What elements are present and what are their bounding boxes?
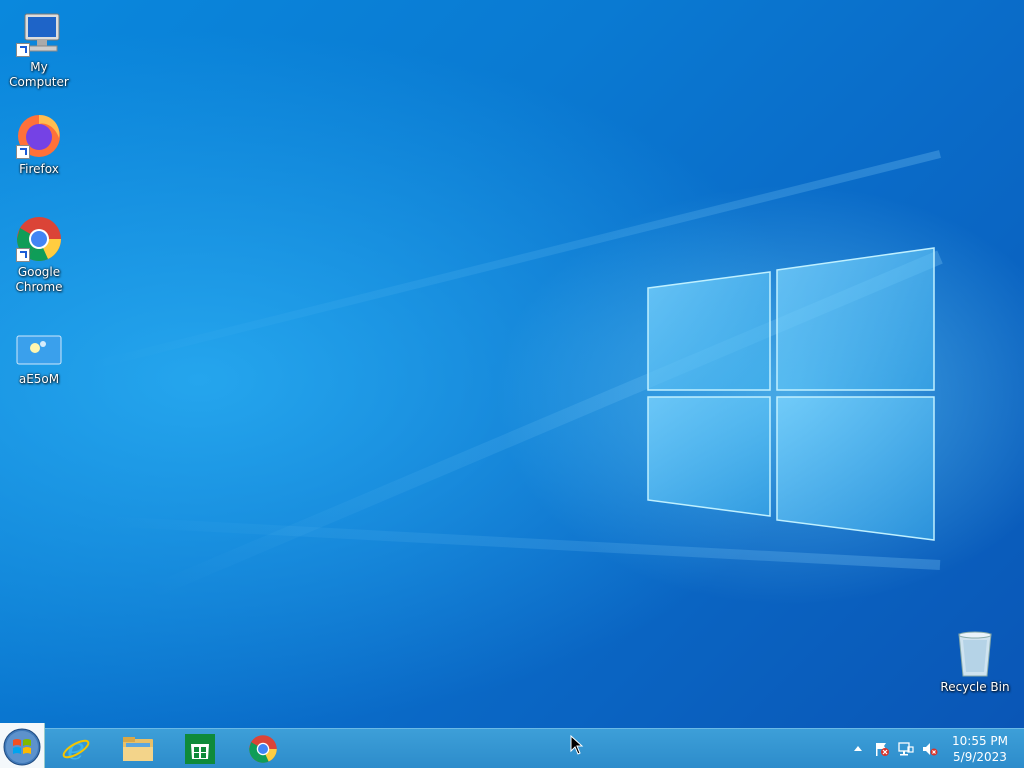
chrome-icon [249, 735, 277, 763]
desktop-icon-google-chrome[interactable]: Google Chrome [0, 215, 78, 295]
mouse-cursor-icon [570, 735, 584, 755]
desktop-icon-label: Recycle Bin [940, 680, 1010, 694]
internet-explorer-icon: e [62, 734, 90, 764]
chrome-icon [15, 215, 63, 263]
taskbar-internet-explorer[interactable]: e [48, 729, 104, 768]
shortcut-arrow-icon [16, 145, 30, 159]
desktop[interactable]: My Computer Firefox Google Chrome aE5oM … [0, 0, 1024, 728]
taskbar-google-chrome[interactable] [235, 729, 291, 768]
image-file-icon [15, 322, 63, 370]
windows-logo-wallpaper [647, 247, 935, 541]
start-button[interactable] [0, 723, 45, 768]
desktop-icon-firefox[interactable]: Firefox [0, 112, 78, 177]
desktop-icon-ae5om[interactable]: aE5oM [0, 322, 78, 387]
taskbar-store[interactable] [172, 729, 228, 768]
store-icon [185, 734, 215, 764]
show-hidden-icons-chevron[interactable] [850, 741, 866, 757]
desktop-icon-my-computer[interactable]: My Computer [0, 10, 78, 90]
computer-icon [15, 10, 63, 58]
desktop-icon-label: aE5oM [18, 372, 60, 386]
desktop-icon-label: Firefox [19, 162, 59, 176]
recycle-bin-icon [951, 630, 999, 678]
svg-text:e: e [67, 734, 85, 764]
wallpaper-ray [85, 150, 941, 371]
clock-date: 5/9/2023 [953, 750, 1007, 764]
desktop-icon-label: My Computer [9, 60, 69, 89]
volume-muted-icon[interactable] [922, 741, 938, 757]
system-tray: 10:55 PM 5/9/2023 [840, 729, 1024, 768]
desktop-icon-label: Google Chrome [15, 265, 63, 294]
shortcut-arrow-icon [16, 43, 30, 57]
taskbar: e 10:55 PM 5/9/2023 [0, 723, 1024, 768]
windows-orb-icon [3, 728, 41, 766]
clock[interactable]: 10:55 PM 5/9/2023 [948, 733, 1012, 765]
action-center-flag-icon[interactable] [874, 741, 890, 757]
desktop-icon-recycle-bin[interactable]: Recycle Bin [936, 630, 1014, 695]
clock-time: 10:55 PM [952, 734, 1008, 748]
firefox-icon [15, 112, 63, 160]
network-icon[interactable] [898, 741, 914, 757]
folder-icon [123, 737, 153, 761]
shortcut-arrow-icon [16, 248, 30, 262]
taskbar-file-explorer[interactable] [110, 729, 166, 768]
